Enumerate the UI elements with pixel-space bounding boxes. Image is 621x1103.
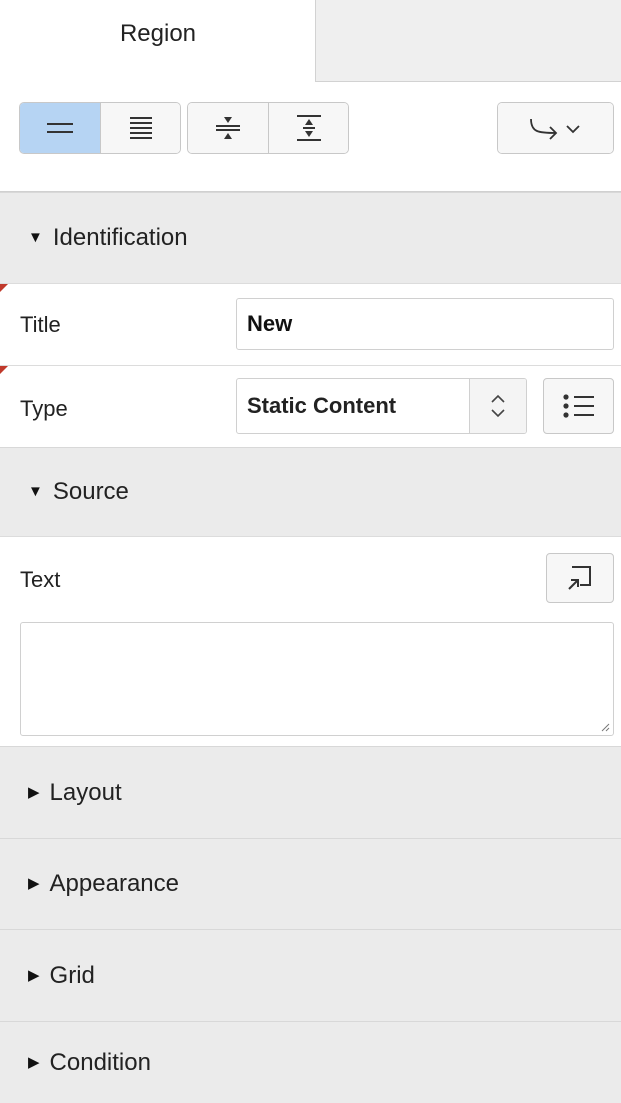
go-to-group-button-group (497, 102, 614, 154)
section-grid-label: Grid (49, 961, 95, 989)
section-identification-label: Identification (52, 224, 188, 251)
tab-region-label: Region (119, 20, 197, 47)
type-select[interactable]: Static Content (236, 378, 527, 434)
section-layout[interactable]: ▶ Layout (0, 746, 621, 838)
section-source-label: Source (52, 478, 129, 505)
triangle-down-icon: ▼ (28, 482, 43, 500)
go-to-group-button[interactable] (498, 103, 613, 153)
expand-editor-button[interactable] (546, 553, 614, 603)
triangle-down-icon: ▼ (28, 228, 43, 246)
type-select-value: Static Content (247, 393, 397, 418)
expand-all-icon (296, 115, 321, 141)
section-grid[interactable]: ▶ Grid (0, 929, 621, 1021)
list-icon (562, 394, 594, 418)
triangle-right-icon: ▶ (28, 783, 40, 801)
section-identification[interactable]: ▼ Identification (0, 192, 621, 283)
text-textarea[interactable] (20, 622, 614, 736)
section-condition-label: Condition (49, 1048, 151, 1076)
section-condition[interactable]: ▶ Condition (0, 1021, 621, 1103)
section-appearance[interactable]: ▶ Appearance (0, 838, 621, 929)
tab-bar: Region (0, 0, 621, 82)
tab-region[interactable]: Region (0, 0, 316, 82)
type-label: Type (20, 396, 68, 421)
text-label: Text (20, 567, 61, 592)
section-appearance-label: Appearance (49, 870, 179, 897)
title-label: Title (20, 312, 61, 337)
collapse-all-icon (216, 117, 240, 139)
title-input[interactable]: New (236, 298, 614, 350)
title-row: Title New (0, 283, 621, 365)
resize-grip-icon[interactable] (600, 722, 610, 732)
show-all-icon (129, 117, 152, 139)
tab-empty[interactable] (315, 0, 621, 82)
display-mode-group (19, 102, 181, 154)
select-arrows-icon (469, 379, 526, 433)
expand-editor-icon (568, 566, 591, 590)
triangle-right-icon: ▶ (28, 966, 40, 984)
required-marker (0, 366, 8, 374)
show-common-icon (47, 123, 73, 133)
go-to-group-icon (529, 118, 580, 140)
required-marker (0, 284, 8, 292)
collapse-expand-group (187, 102, 349, 154)
triangle-right-icon: ▶ (28, 1053, 40, 1071)
section-layout-label: Layout (49, 778, 122, 806)
toolbar (0, 82, 621, 192)
type-list-button[interactable] (543, 378, 614, 434)
show-common-button[interactable] (20, 103, 100, 153)
section-source[interactable]: ▼ Source (0, 447, 621, 536)
collapse-all-button[interactable] (188, 103, 268, 153)
expand-all-button[interactable] (268, 103, 348, 153)
triangle-right-icon: ▶ (28, 875, 40, 892)
show-all-button[interactable] (100, 103, 180, 153)
type-row: Type Static Content (0, 365, 621, 447)
title-input-value: New (247, 311, 293, 336)
